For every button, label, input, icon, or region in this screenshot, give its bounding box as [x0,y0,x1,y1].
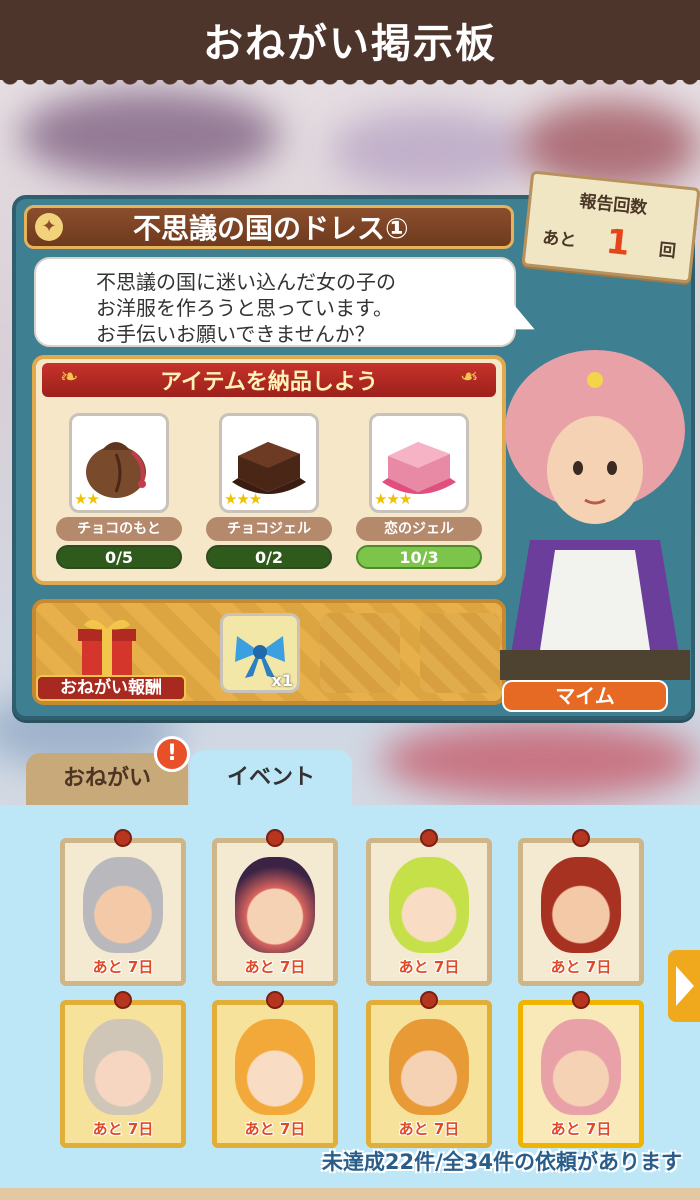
delivery-item[interactable]: ★★★ チョコジェル 0/2 [204,413,334,575]
green-haired-girl-portrait [389,857,469,953]
delivery-header: ❧ アイテムを納品しよう ❧ [42,363,496,397]
sheep-horn-girl-portrait [235,1019,315,1115]
reward-slot-empty [420,613,500,693]
pin-icon [572,829,590,847]
request-portrait[interactable]: あと 7日 [212,829,338,986]
report-prefix: あと [541,227,578,251]
clover-icon: ✦ [35,213,63,241]
report-count: 1 [604,221,632,264]
bottom-strip [0,1188,700,1200]
deadline-timer: あと 7日 [92,958,154,976]
request-portrait[interactable]: あと 7日 [518,829,644,986]
request-portrait[interactable]: あと 7日 [518,991,644,1148]
reward-label: おねがい報酬 [36,675,186,701]
delivery-item[interactable]: ★★★ 恋のジェル 10/3 [354,413,484,575]
deadline-timer: あと 7日 [92,1120,154,1138]
flourish-left-icon: ❧ [60,365,79,390]
report-unit: 回 [657,239,677,262]
quest-message-line: お手伝いお願いできませんか？ [96,322,375,346]
tab-event[interactable]: イベント [190,750,352,806]
rarity-stars: ★★★ [224,490,262,508]
request-summary: 未達成22件/全34件の依頼があります [321,1150,682,1174]
reward-box: おねがい報酬 x1 [32,599,506,705]
request-portrait[interactable]: あと 7日 [60,991,186,1148]
reward-slot-empty [320,613,400,693]
rarity-stars: ★★★ [374,490,412,508]
pin-icon [420,991,438,1009]
title-bar: おねがい掲示板 [0,0,700,88]
deadline-timer: あと 7日 [398,1120,460,1138]
item-name: チョコのもと [56,517,182,541]
pin-icon [572,991,590,1009]
quest-message-line: お洋服を作ろうと思っています。 [96,296,393,320]
item-progress: 10/3 [356,545,482,569]
grey-haired-girl-portrait [83,1019,163,1115]
pink-haired-grandma-portrait [541,1019,621,1115]
item-frame: ★★★ [369,413,469,513]
pin-icon [266,991,284,1009]
reward-quantity: x1 [271,671,293,690]
item-name: 恋のジェル [356,517,482,541]
bandana-boy-portrait [389,1019,469,1115]
deadline-timer: あと 7日 [398,958,460,976]
gift-icon [78,619,136,675]
item-progress: 0/2 [206,545,332,569]
quest-message-bubble: 不思議の国に迷い込んだ女の子の お洋服を作ろうと思っています。 お手伝いお願いで… [34,257,516,347]
request-portrait[interactable]: あと 7日 [212,991,338,1148]
alert-badge: ! [154,736,190,772]
item-name: チョコジェル [206,517,332,541]
request-portrait[interactable]: あと 7日 [366,829,492,986]
page-title: おねがい掲示板 [203,21,497,67]
reward-slot[interactable]: x1 [220,613,300,693]
delivery-header-text: アイテムを納品しよう [160,370,378,395]
pin-icon [420,829,438,847]
armored-knight-portrait [83,857,163,953]
quest-title-bar: ✦ 不思議の国のドレス① [24,205,514,249]
item-frame: ★★★ [219,413,319,513]
rarity-stars: ★★ [74,490,100,508]
flourish-right-icon: ❧ [459,365,478,390]
deadline-timer: あと 7日 [550,1120,612,1138]
next-page-arrow-icon[interactable] [668,950,700,1022]
delivery-item[interactable]: ★★ チョコのもと 0/5 [54,413,184,575]
character-mime [500,350,690,680]
character-name-plate: マイム [502,680,668,712]
request-portrait[interactable]: あと 7日 [60,829,186,986]
deadline-timer: あと 7日 [550,958,612,976]
report-count-tag: 報告回数 あと 1 回 [521,170,700,284]
quest-message-line: 不思議の国に迷い込んだ女の子の [96,270,396,294]
red-haired-witch-portrait [235,857,315,953]
item-progress: 0/5 [56,545,182,569]
pin-icon [266,829,284,847]
quest-title: 不思議の国のドレス① [133,212,409,245]
pin-icon [114,829,132,847]
request-portrait[interactable]: あと 7日 [366,991,492,1148]
item-frame: ★★ [69,413,169,513]
delivery-box: ❧ アイテムを納品しよう ❧ ★★ チョコのもと 0/5 ★★★ チョコジェル … [32,355,506,585]
deadline-timer: あと 7日 [244,1120,306,1138]
deadline-timer: あと 7日 [244,958,306,976]
mustached-man-portrait [541,857,621,953]
pin-icon [114,991,132,1009]
